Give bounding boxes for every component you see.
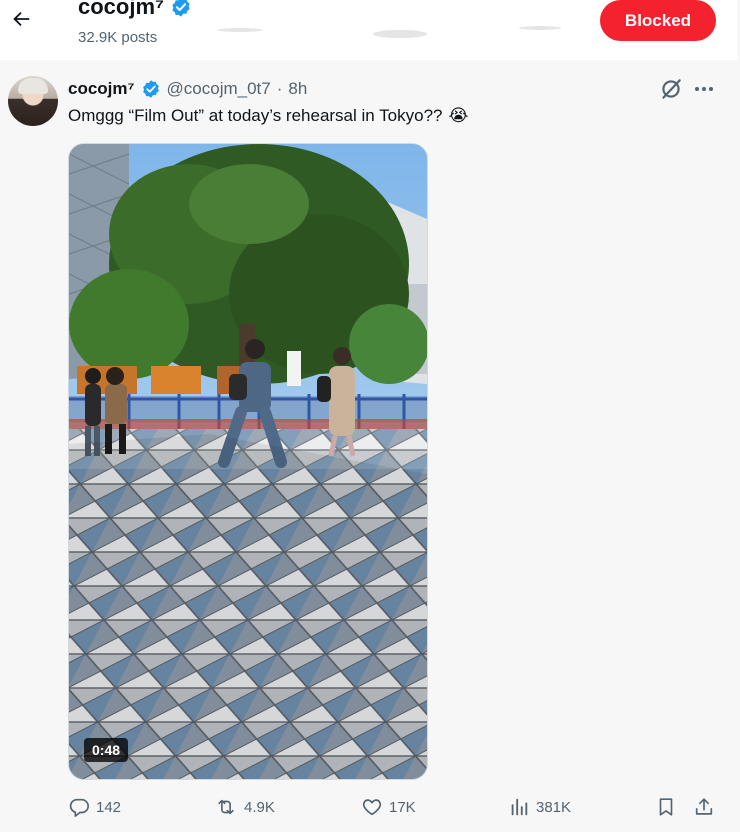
more-icon-dot — [702, 87, 706, 91]
bookmark-button[interactable] — [654, 795, 678, 819]
header-banner-blur — [180, 0, 600, 60]
like-count: 17K — [389, 798, 416, 816]
header-name-text: cocojm⁷ — [78, 0, 165, 19]
more-button[interactable] — [690, 76, 718, 102]
reply-button[interactable]: 142 — [68, 795, 121, 819]
heart-icon — [362, 799, 382, 816]
bookmark-icon — [659, 798, 673, 816]
back-button[interactable] — [6, 4, 36, 34]
video-player[interactable] — [68, 143, 428, 780]
repost-icon — [218, 799, 234, 815]
tweet-text-body: Omggg “Film Out” at today’s rehearsal in… — [68, 106, 443, 125]
avatar[interactable] — [8, 76, 58, 126]
meta-separator: · — [276, 79, 283, 98]
verified-badge-icon — [142, 80, 159, 98]
avatar-cap — [18, 78, 48, 94]
author-display-name[interactable]: cocojm⁷ — [68, 79, 135, 99]
tweet-author-row: cocojm⁷ @cocojm_0t7 · 8h — [68, 78, 307, 100]
more-icon-dot — [709, 87, 713, 91]
video-thumbnail — [69, 144, 427, 779]
post-count: 32.9K posts — [78, 29, 158, 46]
tweet-text: Omggg “Film Out” at today’s rehearsal in… — [68, 104, 468, 128]
verified-badge-icon — [172, 0, 190, 17]
reply-icon — [69, 798, 89, 817]
like-button[interactable]: 17K — [361, 795, 416, 819]
back-arrow-icon — [13, 11, 30, 27]
header-profile-name: cocojm⁷ — [78, 0, 192, 20]
tweet-timestamp[interactable]: 8h — [288, 79, 307, 99]
repost-button[interactable]: 4.9K — [214, 795, 275, 819]
view-count: 381K — [536, 798, 572, 816]
views-icon — [511, 798, 528, 816]
blocked-button[interactable]: Blocked — [600, 0, 716, 41]
more-icon — [695, 87, 699, 91]
grok-button[interactable] — [658, 76, 684, 102]
video-duration-badge: 0:48 — [84, 738, 129, 762]
grok-icon — [662, 79, 681, 99]
views-button[interactable]: 381K — [508, 795, 571, 819]
share-button[interactable] — [692, 795, 716, 819]
share-icon — [695, 798, 713, 815]
repost-count: 4.9K — [244, 798, 275, 816]
author-handle[interactable]: @cocojm_0t7 — [167, 79, 271, 99]
profile-header: cocojm⁷ 32.9K posts Blocked — [0, 0, 737, 60]
crying-emoji: 😭 — [448, 106, 469, 125]
reply-count: 142 — [96, 798, 122, 816]
